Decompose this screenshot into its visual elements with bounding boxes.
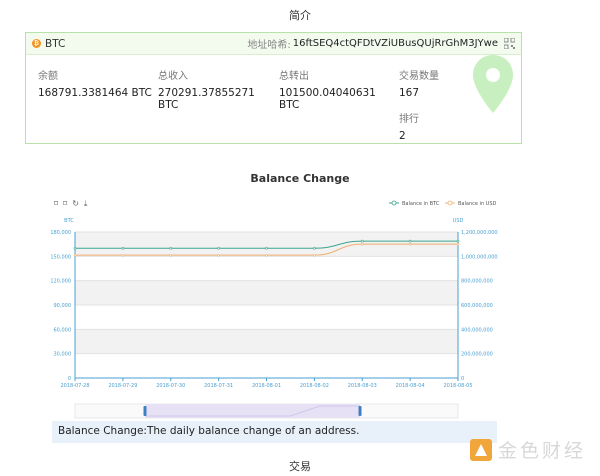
- x-tick-label: 2018-08-05: [443, 383, 472, 389]
- y-left-tick-label: 180,000: [50, 230, 71, 236]
- jinse-logo-icon: [469, 438, 492, 461]
- y-right-tick-label: 600,000,000: [461, 303, 493, 309]
- location-pin-icon: [473, 55, 513, 113]
- chart-title: Balance Change: [250, 172, 350, 185]
- series-point: [456, 239, 460, 243]
- x-tick-label: 2018-08-01: [252, 383, 281, 389]
- sent-value: 101500.04040631: [279, 87, 376, 99]
- series-point: [73, 253, 77, 257]
- balance-label: 余额: [38, 71, 58, 82]
- received-unit: BTC: [158, 99, 179, 111]
- series-point: [456, 242, 460, 246]
- y-right-tick-label: 800,000,000: [461, 279, 493, 285]
- legend-label: Balance in BTC: [402, 201, 440, 207]
- y-right-axis-label: USD: [453, 218, 464, 224]
- received-label: 总收入: [158, 71, 188, 82]
- address-summary-card: ₿ BTC 地址哈希: 16ftSEQ4ctQFDtVZiUBusQUjRrGh…: [25, 32, 522, 144]
- series-point: [265, 253, 268, 257]
- watermark-text: 金色财经: [497, 440, 586, 462]
- txcount-stat: 交易数量 167: [399, 67, 439, 99]
- y-left-tick-label: 90,000: [54, 303, 72, 309]
- series-point: [121, 253, 125, 257]
- y-left-tick-label: 0: [68, 376, 71, 382]
- rank-stat: 排行 2: [399, 110, 419, 142]
- rank-value: 2: [399, 130, 406, 142]
- qr-code-icon[interactable]: [504, 38, 515, 49]
- series-point: [360, 242, 364, 246]
- y-left-tick-label: 30,000: [54, 352, 72, 358]
- y-right-tick-label: 400,000,000: [461, 327, 493, 333]
- series-point: [313, 246, 316, 250]
- x-tick-label: 2018-07-31: [204, 383, 233, 389]
- balance-change-chart: 0 0 30,000 200,000,000 60,000 400,000,000 90,0…: [50, 200, 498, 419]
- sent-label: 总转出: [279, 71, 309, 82]
- coin-name: BTC: [45, 37, 66, 50]
- y-right-tick-label: 1,000,000,000: [461, 254, 498, 260]
- x-tick-label: 2018-07-30: [156, 383, 185, 389]
- series-point: [121, 246, 125, 250]
- x-tick-label: 2018-08-02: [300, 383, 329, 389]
- chart-description: Balance Change:The daily balance change …: [52, 421, 497, 443]
- series-point: [169, 246, 173, 250]
- sent-unit: BTC: [279, 99, 300, 111]
- series-point: [169, 253, 173, 257]
- zoom-handle[interactable]: [358, 406, 362, 416]
- y-left-tick-label: 60,000: [54, 327, 72, 333]
- series-point: [217, 246, 220, 250]
- grid-band: [75, 329, 458, 354]
- y-left-tick-label: 150,000: [50, 254, 71, 260]
- received-value: 270291.37855271: [158, 87, 255, 99]
- series-point: [360, 239, 364, 243]
- address-hash[interactable]: 16ftSEQ4ctQFDtVZiUBusQUjRrGhM3JYwe: [293, 38, 498, 49]
- series-point: [408, 242, 412, 246]
- series-point: [265, 246, 268, 250]
- y-right-tick-label: 1,200,000,000: [461, 230, 498, 236]
- txcount-value: 167: [399, 87, 420, 99]
- sent-stat: 总转出 101500.04040631 BTC: [279, 67, 376, 111]
- x-tick-label: 2018-07-28: [60, 383, 89, 389]
- series-point: [408, 239, 412, 243]
- series-point: [217, 253, 220, 257]
- balance-value: 168791.3381464 BTC: [38, 87, 152, 99]
- x-tick-label: 2018-07-29: [108, 383, 137, 389]
- y-left-tick-label: 120,000: [50, 279, 71, 285]
- zoom-handle[interactable]: [143, 406, 147, 416]
- bitcoin-icon: ₿: [32, 39, 41, 48]
- legend-marker: [447, 200, 453, 206]
- txcount-label: 交易数量: [399, 71, 439, 82]
- rank-label: 排行: [399, 114, 419, 125]
- series-point: [313, 253, 316, 257]
- summary-section-title: 简介: [289, 9, 311, 22]
- x-tick-label: 2018-08-03: [348, 383, 377, 389]
- legend-marker: [391, 200, 397, 206]
- y-right-tick-label: 200,000,000: [461, 352, 493, 358]
- received-stat: 总收入 270291.37855271 BTC: [158, 67, 255, 111]
- grid-band: [75, 280, 458, 305]
- watermark: 金色财经: [468, 436, 586, 463]
- legend-label: Balance in USD: [458, 201, 497, 207]
- y-right-tick-label: 0: [461, 376, 464, 382]
- series-point: [73, 246, 77, 250]
- address-label: 地址哈希:: [247, 40, 291, 51]
- y-left-axis-label: BTC: [64, 218, 74, 224]
- balance-stat: 余额 168791.3381464 BTC: [38, 67, 152, 99]
- x-tick-label: 2018-08-04: [396, 383, 425, 389]
- card-header: ₿ BTC 地址哈希: 16ftSEQ4ctQFDtVZiUBusQUjRrGh…: [26, 33, 521, 55]
